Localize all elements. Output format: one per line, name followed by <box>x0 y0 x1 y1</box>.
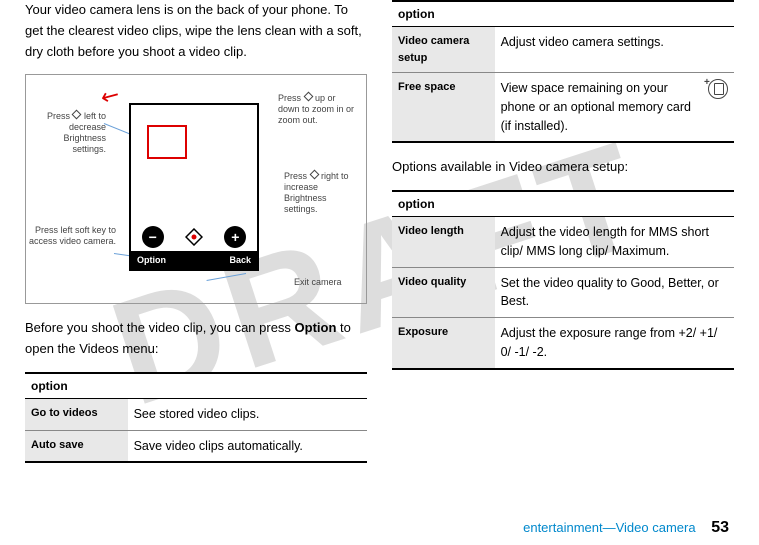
option-desc: Save video clips automatically. <box>128 430 367 462</box>
text-segment: Before you shoot the video clip, you can… <box>25 320 295 335</box>
right-column: option Video camera setup Adjust video c… <box>392 0 734 477</box>
option-label: Video quality <box>392 267 495 318</box>
viewfinder-highlight <box>147 125 187 159</box>
table-row: Exposure Adjust the exposure range from … <box>392 318 734 369</box>
table-header: option <box>392 191 734 217</box>
softkey-right-label: Back <box>229 255 251 265</box>
option-label: Free space <box>392 73 495 143</box>
callout-brightness-increase: Press right to increase Brightness setti… <box>284 171 356 214</box>
option-label: Exposure <box>392 318 495 369</box>
intro-paragraph: Your video camera lens is on the back of… <box>25 0 367 62</box>
options-table-1: option Go to videos See stored video cli… <box>25 372 367 464</box>
option-label: Video camera setup <box>392 27 495 73</box>
phone-screen: − + Option Back <box>129 103 259 271</box>
option-desc: See stored video clips. <box>128 398 367 430</box>
plus-icon: + <box>224 226 246 248</box>
page-number: 53 <box>711 519 729 536</box>
options-table-2: option Video camera setup Adjust video c… <box>392 0 734 143</box>
minus-icon: − <box>142 226 164 248</box>
table-row: Free space + View space remaining on you… <box>392 73 734 143</box>
table-row: Go to videos See stored video clips. <box>25 398 367 430</box>
callout-brightness-decrease: Press left to decrease Brightness settin… <box>36 111 106 154</box>
callout-line <box>207 273 247 281</box>
options-table-3: option Video length Adjust the video len… <box>392 190 734 370</box>
callout-left-softkey: Press left soft key to access video came… <box>28 225 116 247</box>
table-header: option <box>392 1 734 27</box>
red-arrow-icon: ↙ <box>96 81 125 113</box>
left-column: Your video camera lens is on the back of… <box>25 0 367 477</box>
callout-zoom: Press up or down to zoom in or zoom out. <box>278 93 358 125</box>
before-shoot-paragraph: Before you shoot the video clip, you can… <box>25 318 367 360</box>
icon-row: − + <box>131 223 257 251</box>
softkey-left-label: Option <box>137 255 166 265</box>
section-title: entertainment—Video camera <box>523 520 695 535</box>
page-content: Your video camera lens is on the back of… <box>0 0 759 507</box>
memory-card-icon: + <box>708 79 728 99</box>
option-label: Auto save <box>25 430 128 462</box>
option-keyword: Option <box>295 320 337 335</box>
callout-exit: Exit camera <box>294 277 344 288</box>
option-desc: Adjust video camera settings. <box>495 27 734 73</box>
phone-diagram: Press left to decrease Brightness settin… <box>25 74 367 304</box>
option-label: Video length <box>392 217 495 268</box>
option-desc: Set the video quality to Good, Better, o… <box>495 267 734 318</box>
table-row: Video camera setup Adjust video camera s… <box>392 27 734 73</box>
option-desc: Adjust the video length for MMS short cl… <box>495 217 734 268</box>
table-row: Auto save Save video clips automatically… <box>25 430 367 462</box>
table-row: Video length Adjust the video length for… <box>392 217 734 268</box>
nav-diamond-icon <box>185 228 203 246</box>
text-segment: View space remaining on your phone or an… <box>501 81 691 133</box>
page-footer: entertainment—Video camera 53 <box>523 519 729 537</box>
table-row: Video quality Set the video quality to G… <box>392 267 734 318</box>
option-desc: + View space remaining on your phone or … <box>495 73 734 143</box>
option-label: Go to videos <box>25 398 128 430</box>
setup-intro-paragraph: Options available in Video camera setup: <box>392 157 734 178</box>
softkey-bar: Option Back <box>131 251 257 269</box>
option-desc: Adjust the exposure range from +2/ +1/ 0… <box>495 318 734 369</box>
table-header: option <box>25 373 367 399</box>
